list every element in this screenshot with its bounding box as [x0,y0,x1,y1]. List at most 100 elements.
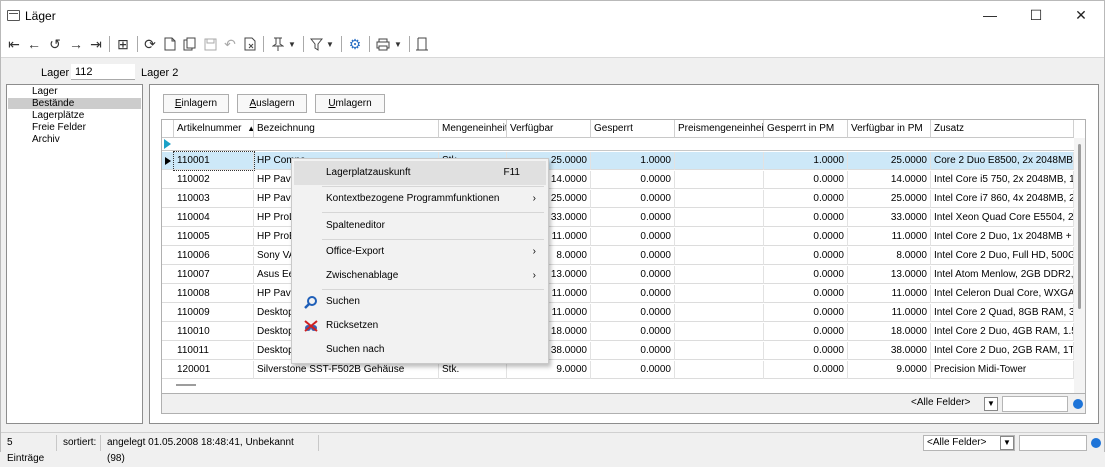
table-cell-pme[interactable] [675,266,764,284]
chevron-down-icon[interactable]: ▼ [984,397,998,411]
vertical-scrollbar[interactable] [1074,138,1085,393]
table-header-verfuegbar-pm[interactable]: Verfügbar in PM [848,120,931,138]
table-cell-nr[interactable]: 120001 [174,361,254,379]
pin-dropdown-icon[interactable]: ▼ [287,33,297,55]
table-cell-zus[interactable]: Intel Core 2 Duo, Full HD, 500GB [931,247,1074,265]
table-cell-nr[interactable]: 110009 [174,304,254,322]
menu-item-suchen-nach[interactable]: Suchen nach [294,338,546,362]
table-cell-pme[interactable] [675,361,764,379]
next-record-icon[interactable]: → [67,33,85,55]
table-cell-gesp[interactable]: 0.0000 [591,247,675,265]
umlagern-button[interactable]: Umlagern [315,94,385,113]
table-cell-gesp[interactable]: 1.0000 [591,152,675,170]
table-cell-nr[interactable]: 110010 [174,323,254,341]
refresh-icon[interactable]: ⟳ [141,33,159,55]
table-cell-gpm[interactable]: 0.0000 [764,190,848,208]
last-record-icon[interactable]: ⇥ [87,33,105,55]
table-cell-vpm[interactable]: 8.0000 [848,247,931,265]
table-cell-vpm[interactable]: 11.0000 [848,285,931,303]
table-cell-pme[interactable] [675,285,764,303]
field-filter-input[interactable] [1002,396,1068,412]
settings-icon[interactable]: ⚙ [345,33,365,55]
table-header-verfuegbar[interactable]: Verfügbar [507,120,591,138]
einlagern-button[interactable]: Einlagern [163,94,229,113]
table-cell-gpm[interactable]: 0.0000 [764,285,848,303]
table-cell-zus[interactable]: Intel Xeon Quad Core E5504, 2x [931,209,1074,227]
search-go-icon[interactable] [1073,399,1083,409]
table-cell-gpm[interactable]: 0.0000 [764,228,848,246]
table-cell-vpm[interactable]: 25.0000 [848,190,931,208]
table-cell-gesp[interactable]: 0.0000 [591,266,675,284]
table-cell-gesp[interactable]: 0.0000 [591,171,675,189]
status-filter-input[interactable] [1019,435,1087,451]
table-cell-zus[interactable]: Precision Midi-Tower [931,361,1074,379]
auslagern-button[interactable]: Auslagern [237,94,307,113]
table-header-bezeichnung[interactable]: Bezeichnung [254,120,439,138]
table-header-artikelnummer[interactable]: Artikelnummer ▲ [174,120,254,138]
table-cell-nr[interactable]: 110004 [174,209,254,227]
table-filter-row[interactable] [162,138,1085,151]
print-dropdown-icon[interactable]: ▼ [393,33,403,55]
horizontal-scrollbar-thumb[interactable] [176,384,196,386]
table-cell-nr[interactable]: 110002 [174,171,254,189]
table-cell-gpm[interactable]: 0.0000 [764,304,848,322]
table-cell-vpm[interactable]: 25.0000 [848,152,931,170]
prev-record-icon[interactable]: ← [25,33,43,55]
sidebar-item-freie-felder[interactable]: Freie Felder [8,122,141,133]
table-header-preismengeneinheit[interactable]: Preismengeneinheit [675,120,764,138]
print-icon[interactable] [373,33,393,55]
menu-item-zwischenablage[interactable]: Zwischenablage › [294,264,546,288]
maximize-button[interactable]: ☐ [1014,3,1058,27]
table-cell-pme[interactable] [675,152,764,170]
table-cell-zus[interactable]: Intel Celeron Dual Core, WXGA H [931,285,1074,303]
table-cell-zus[interactable]: Intel Core 2 Quad, 8GB RAM, 3T [931,304,1074,322]
menu-item-suchen[interactable]: Suchen [294,290,546,314]
table-cell-gesp[interactable]: 0.0000 [591,209,675,227]
table-cell-gesp[interactable]: 0.0000 [591,285,675,303]
table-cell-nr[interactable]: 110005 [174,228,254,246]
table-cell-gesp[interactable]: 0.0000 [591,361,675,379]
copy-record-icon[interactable] [181,33,199,55]
status-search-go-icon[interactable] [1091,438,1101,448]
table-header-gesperrt-pm[interactable]: Gesperrt in PM [764,120,848,138]
table-cell-zus[interactable]: Intel Core i7 860, 4x 2048MB, 2x [931,190,1074,208]
sidebar-item-bestaende[interactable]: Bestände [8,98,141,109]
table-cell-nr[interactable]: 110006 [174,247,254,265]
delete-icon[interactable] [241,33,259,55]
table-cell-vpm[interactable]: 38.0000 [848,342,931,360]
sidebar-item-lagerplaetze[interactable]: Lagerplätze [8,110,141,121]
table-cell-gpm[interactable]: 0.0000 [764,209,848,227]
table-cell-zus[interactable]: Intel Core 2 Duo, 1x 2048MB + 1: [931,228,1074,246]
table-cell-gesp[interactable]: 0.0000 [591,228,675,246]
save-icon[interactable] [201,33,219,55]
table-cell-vpm[interactable]: 18.0000 [848,323,931,341]
table-cell-pme[interactable] [675,342,764,360]
table-cell-vpm[interactable]: 14.0000 [848,171,931,189]
table-cell-gpm[interactable]: 0.0000 [764,171,848,189]
table-cell-nr[interactable]: 110001 [173,151,255,171]
table-cell-pme[interactable] [675,228,764,246]
menu-item-spalteneditor[interactable]: Spalteneditor [294,214,546,238]
sidebar-item-lager[interactable]: Lager [8,86,141,97]
filter-dropdown-icon[interactable]: ▼ [325,33,335,55]
table-cell-pme[interactable] [675,323,764,341]
table-header-zusatz[interactable]: Zusatz [931,120,1074,138]
table-cell-gesp[interactable]: 0.0000 [591,342,675,360]
table-cell-pme[interactable] [675,171,764,189]
table-cell-nr[interactable]: 110011 [174,342,254,360]
table-cell-gpm[interactable]: 0.0000 [764,323,848,341]
scrollbar-thumb[interactable] [1078,144,1081,309]
table-cell-pme[interactable] [675,190,764,208]
new-record-icon[interactable] [161,33,179,55]
table-cell-gpm[interactable]: 0.0000 [764,361,848,379]
table-cell-vpm[interactable]: 13.0000 [848,266,931,284]
print-preview-icon[interactable] [413,33,431,55]
table-cell-zus[interactable]: Intel Core 2 Duo, 2GB RAM, 1TB [931,342,1074,360]
table-cell-gesp[interactable]: 0.0000 [591,323,675,341]
table-cell-pme[interactable] [675,209,764,227]
history-icon[interactable]: ↺ [45,33,65,55]
table-cell-zus[interactable]: Core 2 Duo E8500, 2x 2048MB, [931,152,1074,170]
chevron-down-icon[interactable]: ▼ [1000,436,1014,450]
table-cell-zus[interactable]: Intel Core 2 Duo, 4GB RAM, 1.51 [931,323,1074,341]
table-cell-gpm[interactable]: 1.0000 [764,152,848,170]
